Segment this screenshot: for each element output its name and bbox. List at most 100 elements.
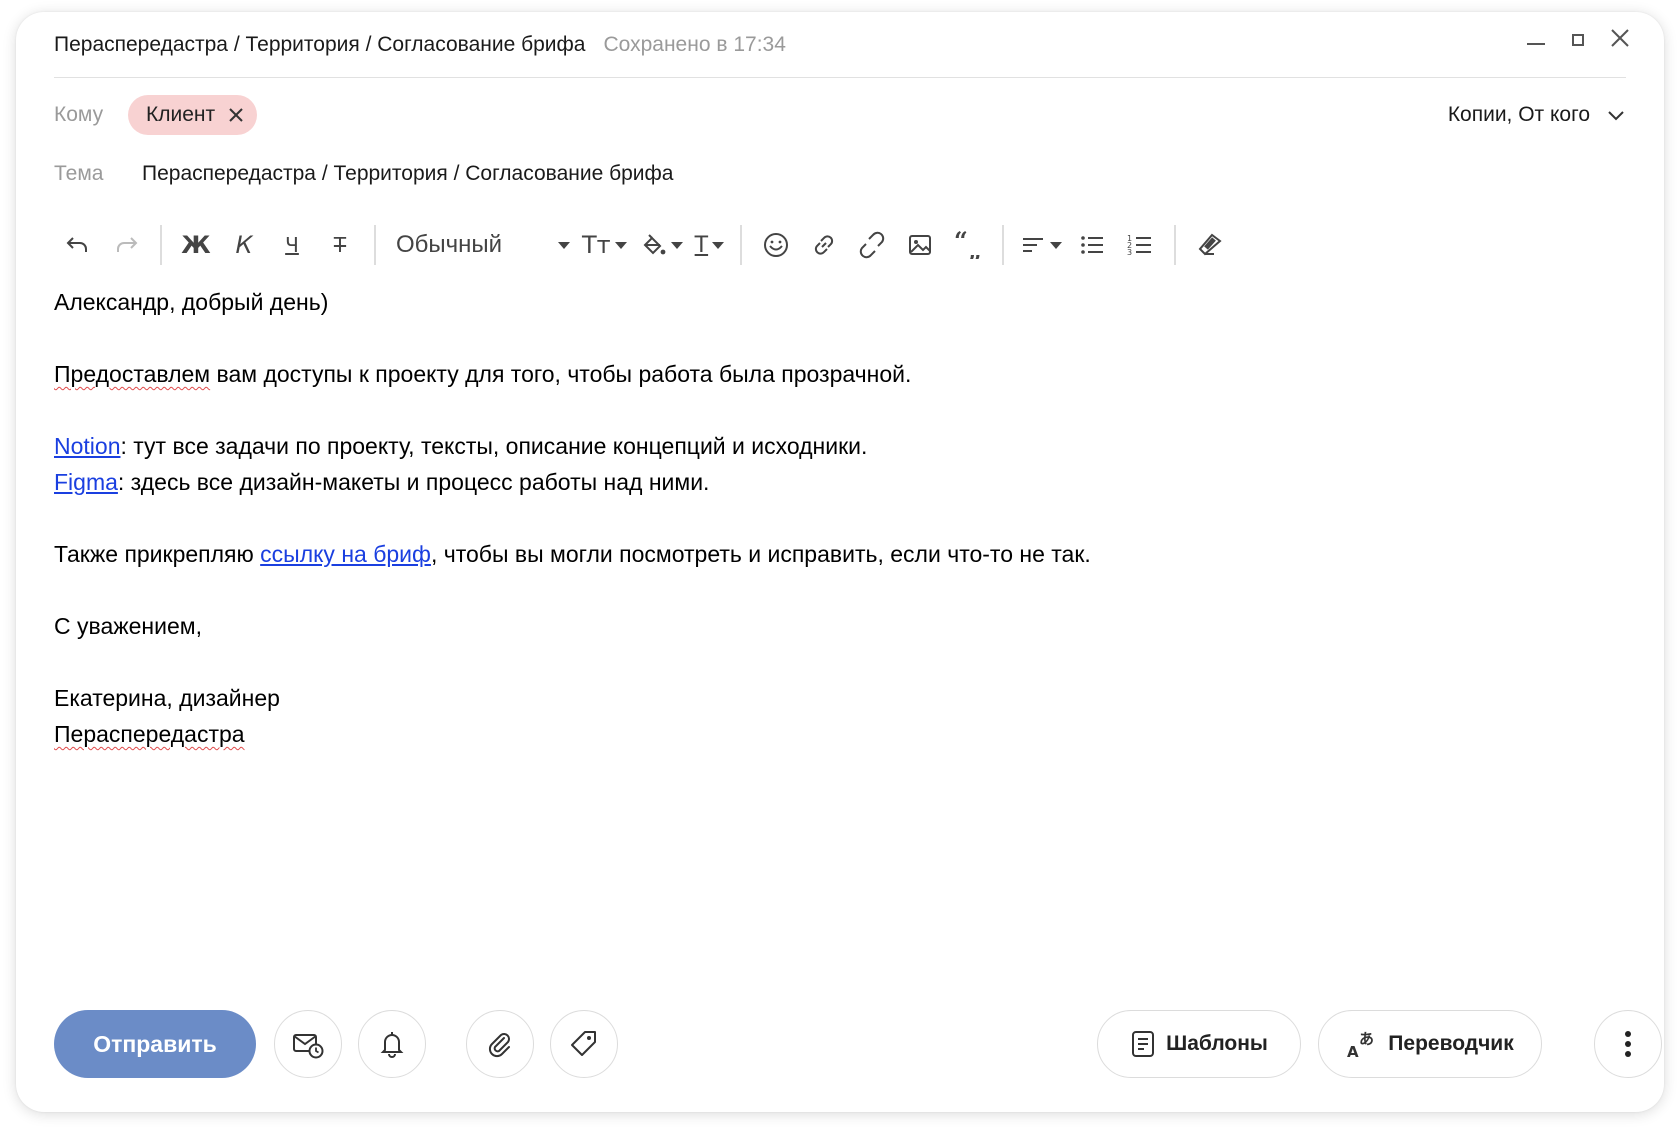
window-title: Пераспередастра / Территория / Согласова…	[54, 32, 586, 56]
subject-label: Тема	[54, 162, 104, 185]
empty-line	[54, 500, 1614, 536]
unlink-icon[interactable]	[848, 221, 896, 269]
translator-label: Переводчик	[1388, 1032, 1514, 1055]
empty-line	[54, 320, 1614, 356]
message-body[interactable]: Александр, добрый день) Предоставлем вам…	[54, 284, 1614, 752]
body-line: Notion: тут все задачи по проекту, текст…	[54, 428, 1614, 464]
subject-field[interactable]: Пераспередастра / Территория / Согласова…	[142, 162, 673, 186]
italic-button[interactable]: К	[220, 221, 268, 269]
body-text: вам доступы к проекту для того, чтобы ра…	[210, 361, 912, 387]
empty-line	[54, 392, 1614, 428]
body-line: Пераспередастра	[54, 716, 1614, 752]
toolbar-divider	[1002, 225, 1005, 265]
underline-icon: Ч	[285, 233, 299, 257]
quote-icon[interactable]: “„	[944, 221, 992, 269]
strikethrough-icon: Т	[333, 233, 347, 257]
scheduled-send-button[interactable]	[274, 1010, 342, 1078]
caret-down-icon	[614, 241, 627, 249]
regards-text: С уважением,	[54, 613, 202, 639]
brief-link[interactable]: ссылку на бриф	[260, 541, 431, 567]
numbered-list-icon[interactable]: 123	[1116, 221, 1164, 269]
body-line: Предоставлем вам доступы к проекту для т…	[54, 356, 1614, 392]
attach-button[interactable]	[466, 1010, 534, 1078]
saved-status: Сохранено в 17:34	[603, 32, 786, 56]
toolbar-divider	[1174, 225, 1177, 265]
svg-text:あ: あ	[1359, 1030, 1374, 1048]
templates-button[interactable]: Шаблоны	[1097, 1010, 1301, 1078]
close-icon[interactable]	[1608, 26, 1632, 50]
reminder-button[interactable]	[358, 1010, 426, 1078]
link-icon[interactable]	[800, 221, 848, 269]
text-color-icon: Т	[694, 232, 709, 258]
bell-icon	[377, 1029, 407, 1059]
font-size-dropdown[interactable]: Тт	[576, 221, 633, 269]
text-color-dropdown[interactable]: Т	[689, 221, 730, 269]
emoji-icon[interactable]	[752, 221, 800, 269]
recipient-chip-label: Клиент	[146, 103, 216, 126]
toolbar-divider	[740, 225, 743, 265]
tag-icon	[568, 1028, 600, 1060]
maximize-icon[interactable]	[1566, 26, 1590, 50]
strikethrough-button[interactable]: Т	[316, 221, 364, 269]
text-style-value: Обычный	[396, 231, 503, 258]
paint-bucket-icon	[639, 231, 667, 259]
svg-text:„: „	[968, 236, 982, 259]
body-text: : тут все задачи по проекту, тексты, опи…	[120, 433, 868, 459]
chevron-down-icon	[1606, 105, 1626, 125]
empty-line	[54, 644, 1614, 680]
more-vertical-icon	[1623, 1029, 1633, 1059]
caret-down-icon	[558, 241, 570, 249]
paperclip-icon	[485, 1029, 515, 1059]
more-options-button[interactable]	[1594, 1010, 1662, 1078]
templates-label: Шаблоны	[1166, 1032, 1268, 1055]
mail-clock-icon	[291, 1027, 325, 1061]
figma-link[interactable]: Figma	[54, 469, 118, 495]
translator-button[interactable]: Aあ Переводчик	[1318, 1010, 1542, 1078]
toolbar-divider	[160, 225, 162, 265]
redo-icon[interactable]	[102, 221, 150, 269]
document-icon	[1130, 1030, 1156, 1058]
notion-link[interactable]: Notion	[54, 433, 120, 459]
text-style-select[interactable]: Обычный	[386, 221, 576, 269]
recipient-chip[interactable]: Клиент	[128, 95, 258, 135]
send-button[interactable]: Отправить	[54, 1010, 256, 1078]
clear-format-icon[interactable]	[1186, 221, 1234, 269]
body-line: С уважением,	[54, 608, 1614, 644]
misspelled-word[interactable]: Предоставлем	[54, 361, 210, 387]
undo-icon[interactable]	[54, 221, 102, 269]
formatting-toolbar: Ж К Ч Т Обычный Тт Т “ „ 1 2 3	[54, 220, 1234, 270]
body-text: , чтобы вы могли посмотреть и исправить,…	[430, 541, 1091, 567]
window-controls	[1524, 26, 1632, 50]
align-left-icon	[1020, 232, 1046, 258]
caret-down-icon	[1050, 241, 1063, 249]
minimize-icon[interactable]	[1524, 26, 1548, 50]
signature-company[interactable]: Пераспередастра	[54, 721, 245, 747]
copies-from-label: Копии, От кого	[1447, 103, 1590, 126]
to-row: Кому Клиент Копии, От кого	[54, 92, 1626, 138]
subject-row: Тема Пераспередастра / Территория / Согл…	[54, 154, 1626, 194]
greeting-text: Александр, добрый день)	[54, 289, 329, 315]
title-bar: Пераспередастра / Территория / Согласова…	[54, 12, 1629, 78]
translate-icon: Aあ	[1346, 1029, 1378, 1059]
svg-text:3: 3	[1127, 248, 1132, 257]
signature-name: Екатерина, дизайнер	[54, 685, 280, 711]
caret-down-icon	[712, 241, 725, 249]
font-size-icon: Тт	[582, 231, 611, 259]
svg-text:A: A	[1347, 1043, 1359, 1059]
underline-button[interactable]: Ч	[268, 221, 316, 269]
bulleted-list-icon[interactable]	[1068, 221, 1116, 269]
body-text: Также прикрепляю	[54, 541, 261, 567]
image-icon[interactable]	[896, 221, 944, 269]
italic-icon: К	[235, 231, 253, 259]
compose-window: Пераспередастра / Территория / Согласова…	[16, 12, 1664, 1112]
highlight-color-dropdown[interactable]	[633, 221, 689, 269]
body-text: : здесь все дизайн-макеты и процесс рабо…	[117, 469, 710, 495]
bold-icon: Ж	[181, 231, 211, 259]
bottom-bar: Отправить Шаблоны A あ Переводчик	[54, 1010, 1662, 1078]
body-line: Александр, добрый день)	[54, 284, 1614, 320]
label-button[interactable]	[550, 1010, 618, 1078]
bold-button[interactable]: Ж	[172, 221, 220, 269]
copies-from-toggle[interactable]: Копии, От кого	[1448, 92, 1626, 138]
remove-recipient-icon[interactable]	[227, 106, 245, 124]
align-dropdown[interactable]	[1014, 221, 1068, 269]
